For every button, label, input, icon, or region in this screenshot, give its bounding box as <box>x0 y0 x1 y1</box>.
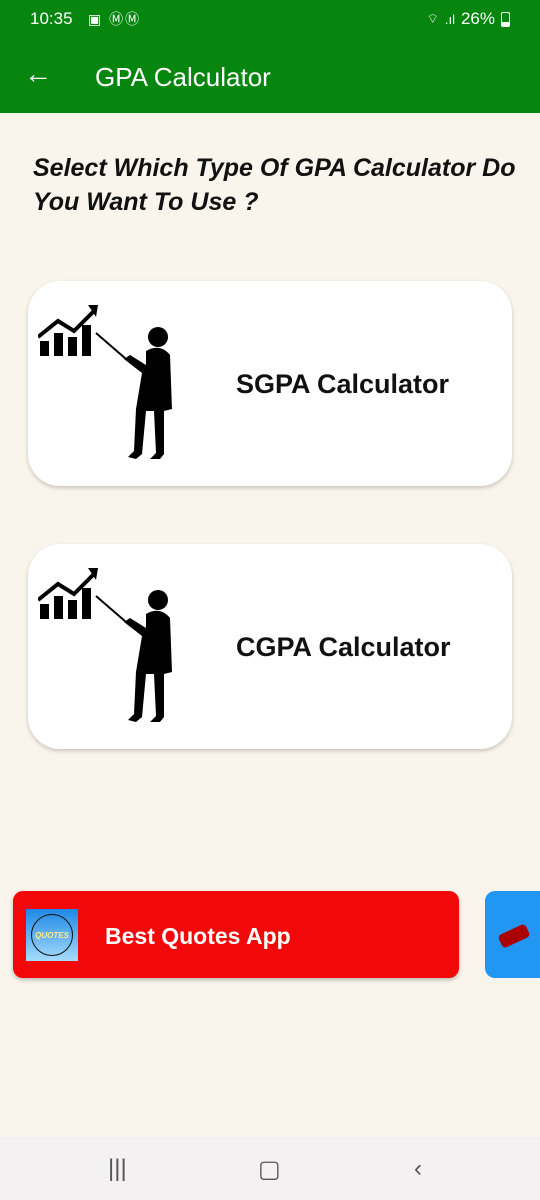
arrow-left-icon[interactable]: ← <box>24 60 52 88</box>
system-nav-bar: ||| ▢ ‹ <box>0 1137 540 1200</box>
battery-percent: 26% <box>460 9 495 28</box>
option-label: SGPA Calculator <box>236 369 450 399</box>
quotes-app-icon: QUOTES <box>26 909 78 961</box>
status-bar: 10:35 ▣ ⓂⓂ ⌔ .ıl 26% <box>0 0 540 38</box>
promo-label: Best Quotes App <box>105 923 291 949</box>
next-promo-banner[interactable] <box>485 891 540 978</box>
status-time: 10:35 <box>30 9 73 28</box>
presenter-chart-icon <box>38 568 172 722</box>
status-right: ⌔ .ıl 26% <box>427 9 510 29</box>
question-heading: Select Which Type Of GPA Calculator Do Y… <box>33 154 516 216</box>
presenter-chart-icon <box>38 305 172 459</box>
option-label: CGPA Calculator <box>236 632 451 662</box>
battery-icon <box>501 11 510 27</box>
back-nav-icon[interactable]: ‹ <box>414 1155 422 1183</box>
wifi-icon: ⌔ <box>426 11 439 26</box>
home-icon[interactable]: ▢ <box>258 1155 281 1184</box>
recent-apps-icon[interactable]: ||| <box>108 1155 127 1183</box>
flashlight-icon <box>497 923 531 949</box>
page-title: GPA Calculator <box>95 62 271 92</box>
notification-icons: ▣ ⓂⓂ <box>88 11 142 27</box>
sgpa-calculator-card[interactable]: SGPA Calculator <box>28 281 512 486</box>
app-bar: ← GPA Calculator <box>0 38 540 113</box>
cgpa-calculator-card[interactable]: CGPA Calculator <box>28 544 512 749</box>
promo-banner[interactable]: QUOTES Best Quotes App <box>13 891 459 978</box>
signal-icon: .ıl <box>444 11 455 27</box>
